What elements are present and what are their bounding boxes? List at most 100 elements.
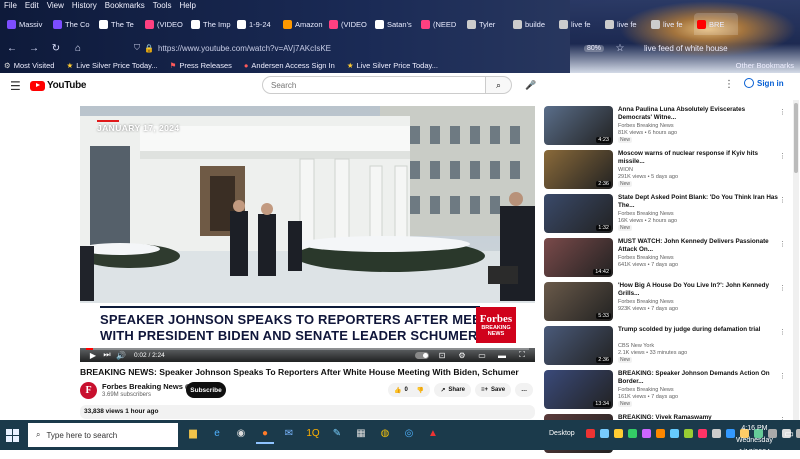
bookmark-star-icon[interactable]: ☆ [614,42,626,54]
fullscreen-icon[interactable]: ⛶ [515,349,529,361]
recommended-video-title[interactable]: 'How Big A House Do You Live In?': John … [618,282,778,298]
subscribe-button[interactable]: Subscribe [186,382,226,398]
browser-tab[interactable]: live fe [556,13,600,35]
menu-item-help[interactable]: Help [179,0,195,11]
home-icon[interactable]: ⌂ [72,42,84,54]
miniplayer-icon[interactable]: ▭ [475,349,489,361]
recommended-video[interactable]: 2:36 Trump scolded by judge during defama… [544,324,794,368]
tray-app-icon[interactable] [642,429,651,438]
search-input[interactable] [262,76,486,94]
menu-item-history[interactable]: History [72,0,97,11]
tray-app-icon[interactable] [614,429,623,438]
recommended-video[interactable]: 14:42 MUST WATCH: John Kennedy Delivers P… [544,236,794,280]
recommended-video[interactable]: 5:33 'How Big A House Do You Live In?': J… [544,280,794,324]
bookmark-item[interactable]: ⚑ Press Releases [170,61,232,70]
browser-tab[interactable]: Satan's [372,13,416,35]
sign-in-button[interactable]: Sign in [744,78,784,88]
url-bar[interactable]: ⛉ 🔒 https://www.youtube.com/watch?v=AVj7… [134,40,434,56]
calculator-icon[interactable]: ▦ [352,424,370,444]
camera-icon[interactable]: ◉ [232,424,250,444]
microphone-icon[interactable]: 🎤 [524,78,538,92]
app-1q-icon[interactable]: 1Q [304,424,322,444]
tray-app-icon[interactable] [600,429,609,438]
like-button[interactable]: 👍 0 👎 [388,383,431,397]
search-icon[interactable]: ⌕ [486,76,512,94]
photos-icon[interactable]: ◎ [400,424,418,444]
video-thumbnail[interactable]: 14:42 [544,238,613,277]
video-player[interactable]: JANUARY 17, 2024 SPEAKER JOHNSON SPEAKS … [80,106,535,362]
tray-app-icon[interactable] [670,429,679,438]
chrome-icon[interactable]: ◍ [376,424,394,444]
bookmark-item[interactable]: ⚙ Most Visited [4,61,54,70]
menu-item-bookmarks[interactable]: Bookmarks [105,0,145,11]
more-vertical-icon[interactable]: ⋮ [779,152,786,160]
zoom-level[interactable]: 80% [584,44,605,52]
taskbar-search-box[interactable]: ⌕ Type here to search [28,423,178,447]
play-icon[interactable]: ▶ [86,349,100,361]
browser-tab[interactable]: builde [510,13,554,35]
video-thumbnail[interactable]: 2:36 [544,150,613,189]
settings-gear-icon[interactable]: ⚙ [455,349,469,361]
browser-tab[interactable]: live fe [648,13,692,35]
tray-app-icon[interactable] [586,429,595,438]
autoplay-toggle[interactable] [415,351,429,359]
desktop-toolbar-label[interactable]: Desktop [549,430,575,437]
menu-icon[interactable]: ☰ [10,79,22,93]
more-vertical-icon[interactable]: ⋮ [779,328,786,336]
channel-name[interactable]: Forbes Breaking News [102,382,191,391]
reload-icon[interactable]: ↻ [50,42,62,54]
browser-tab[interactable]: (VIDEO [326,13,370,35]
volume-icon[interactable]: 🔊 [114,349,128,361]
share-button[interactable]: ↗ Share [434,383,472,397]
recommended-video-title[interactable]: Trump scolded by judge during defamation… [618,326,778,334]
windows-start-icon[interactable] [6,428,26,442]
more-vertical-icon[interactable]: ⋮ [779,240,786,248]
recommended-video-title[interactable]: Moscow warns of nuclear response if Kyiv… [618,150,778,166]
thumbs-down-icon[interactable]: 👎 [417,387,424,394]
tray-app-icon[interactable] [712,429,721,438]
tray-app-icon[interactable] [628,429,637,438]
menu-item-edit[interactable]: Edit [25,0,39,11]
bookmark-item[interactable]: ★ Live Silver Price Today... [66,61,157,70]
browser-tab[interactable]: The Co [50,13,94,35]
browser-tab[interactable]: Tyler [464,13,508,35]
browser-tab[interactable]: 1-9-24 [234,13,278,35]
browser-tab[interactable]: Massiv [4,13,48,35]
tray-app-icon[interactable] [684,429,693,438]
channel-avatar[interactable]: F [80,382,97,399]
bookmark-item[interactable]: ★ Live Silver Price Today... [347,61,438,70]
video-thumbnail[interactable]: 4:23 [544,106,613,145]
browser-tab[interactable]: (NEED [418,13,462,35]
recommended-video[interactable]: 2:36 Moscow warns of nuclear response if … [544,148,794,192]
notifications-icon[interactable]: ▭ [785,429,794,440]
tray-app-icon[interactable] [726,429,735,438]
edge-icon[interactable]: e [208,424,226,444]
recommended-video-title[interactable]: MUST WATCH: John Kennedy Delivers Passio… [618,238,778,254]
video-thumbnail[interactable]: 1:32 [544,194,613,233]
firefox-icon[interactable]: ● [256,424,274,444]
browser-tab[interactable]: live fe [602,13,646,35]
taskbar-clock[interactable]: 4:16 PM Wednesday 1/17/2024 [736,423,773,459]
back-icon[interactable]: ← [6,42,18,54]
page-scrollbar[interactable] [793,100,799,420]
scrollbar-thumb[interactable] [794,103,798,173]
description-box[interactable]: 33,838 views 1 hour ago [80,405,535,419]
recommended-video-title[interactable]: BREAKING: Speaker Johnson Demands Action… [618,370,778,386]
recommended-video-title[interactable]: State Dept Asked Point Blank: 'Do You Th… [618,194,778,210]
tray-app-icon[interactable] [698,429,707,438]
recommended-video-title[interactable]: Anna Paulina Luna Absolutely Eviscerates… [618,106,778,122]
app-pen-icon[interactable]: ✎ [328,424,346,444]
bookmark-item[interactable]: ● Andersen Access Sign In [244,61,335,70]
recommended-video[interactable]: 13:34 BREAKING: Speaker Johnson Demands A… [544,368,794,412]
tray-app-icon[interactable] [656,429,665,438]
save-button[interactable]: ≡+ Save [475,383,512,397]
browser-tab[interactable]: Amazon [280,13,324,35]
more-vertical-icon[interactable]: ⋮ [779,108,786,116]
recommended-video[interactable]: 4:23 Anna Paulina Luna Absolutely Eviscer… [544,104,794,148]
video-thumbnail[interactable]: 2:36 [544,326,613,365]
omnibox-search-field[interactable]: live feed of white house [644,44,728,53]
mail-icon[interactable]: ✉ [280,424,298,444]
more-vertical-icon[interactable]: ⋮ [779,372,786,380]
youtube-logo[interactable]: YouTube [30,80,87,91]
more-vertical-icon[interactable]: ⋮ [779,196,786,204]
